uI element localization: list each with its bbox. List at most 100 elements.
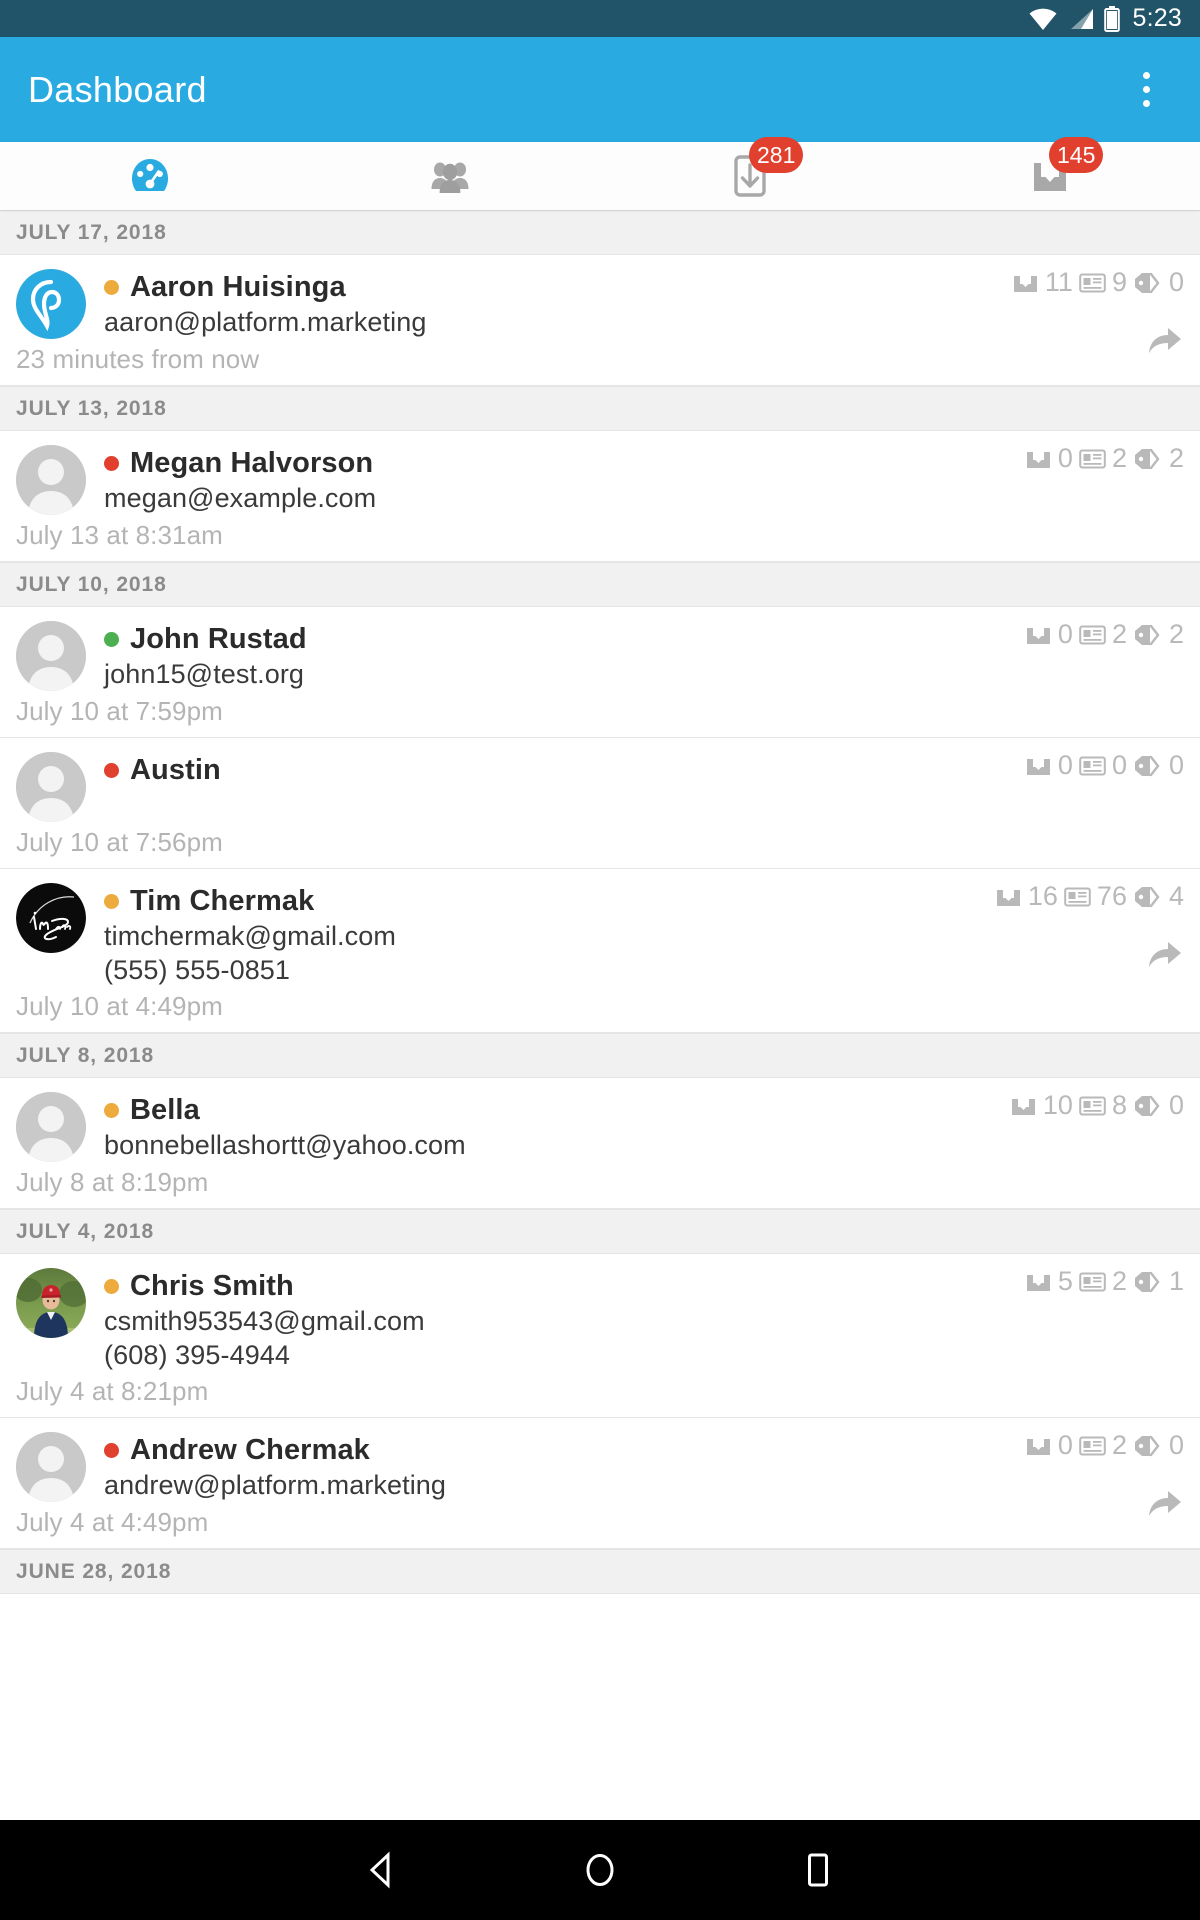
inbox-stat-value: 11: [1044, 267, 1073, 297]
tags-stat: 0: [1133, 267, 1184, 298]
recents-icon[interactable]: [794, 1846, 842, 1894]
notes-stat-icon: [1079, 1096, 1106, 1115]
contact-timestamp: July 10 at 7:59pm: [16, 696, 223, 726]
inbox-stat: 0: [1025, 619, 1073, 650]
notes-stat-value: 2: [1111, 1430, 1127, 1460]
tags-stat: 1: [1133, 1266, 1184, 1297]
notes-stat-value: 76: [1096, 881, 1127, 911]
contact-email[interactable]: john15@test.org: [104, 659, 1184, 690]
avatar[interactable]: [16, 883, 86, 953]
tags-stat: 0: [1133, 750, 1184, 781]
status-dot: [104, 763, 119, 778]
inbox-stat-icon: [1026, 1438, 1050, 1455]
contact-phone[interactable]: (608) 395-4944: [104, 1340, 1184, 1371]
contact-row[interactable]: Andrew Chermak andrew@platform.marketing J…: [0, 1418, 1200, 1549]
contact-list[interactable]: JULY 17, 2018 Aaron Huisinga aaron@platfor…: [0, 210, 1200, 1820]
contact-timestamp: July 8 at 8:19pm: [16, 1167, 209, 1197]
notes-stat-value: 9: [1111, 267, 1127, 297]
page-title: Dashboard: [28, 68, 207, 110]
reply-button[interactable]: [1146, 1488, 1184, 1522]
inbox-stat-value: 16: [1027, 881, 1058, 911]
contact-identity: Austin: [104, 752, 1184, 787]
inbox-stat-icon: [1011, 1098, 1035, 1115]
contact-timestamp: July 4 at 8:21pm: [16, 1376, 209, 1406]
status-bar-clock: 5:23: [1132, 4, 1182, 32]
notes-stat: 2: [1079, 443, 1127, 474]
contact-email[interactable]: csmith953543@gmail.com: [104, 1306, 1184, 1337]
avatar[interactable]: [16, 1268, 86, 1338]
notes-stat-value: 2: [1111, 1266, 1127, 1296]
tags-stat-icon: [1134, 272, 1160, 293]
tab-dashboard[interactable]: [0, 142, 300, 210]
notes-stat-value: 2: [1111, 443, 1127, 473]
tags-stat-icon: [1134, 1435, 1160, 1456]
contact-row[interactable]: Chris Smith csmith953543@gmail.com (608) 3…: [0, 1254, 1200, 1418]
tags-stat: 0: [1133, 1090, 1184, 1121]
avatar[interactable]: [16, 269, 86, 339]
contact-name: Austin: [130, 754, 221, 786]
avatar[interactable]: [16, 445, 86, 515]
reply-button[interactable]: [1146, 939, 1184, 973]
contact-email[interactable]: megan@example.com: [104, 483, 1184, 514]
contact-row[interactable]: Aaron Huisinga aaron@platform.marketing 23…: [0, 255, 1200, 386]
contact-identity: Chris Smith csmith953543@gmail.com (608) 3…: [104, 1268, 1184, 1371]
contact-email[interactable]: bonnebellashortt@yahoo.com: [104, 1130, 1184, 1161]
contact-name: Andrew Chermak: [130, 1434, 370, 1466]
inbox-stat-icon: [1026, 1274, 1050, 1291]
tags-stat-icon: [1134, 448, 1160, 469]
contact-name: Tim Chermak: [130, 885, 315, 917]
back-icon[interactable]: [358, 1846, 406, 1894]
contact-stats: 5 2 1: [1025, 1266, 1184, 1297]
contact-row[interactable]: Megan Halvorson megan@example.com July 13 …: [0, 431, 1200, 562]
notes-stat: 2: [1079, 1430, 1127, 1461]
inbox-stat: 0: [1025, 1430, 1073, 1461]
contact-row[interactable]: Tim Chermak timchermak@gmail.com (555) 555…: [0, 869, 1200, 1033]
contact-name: Bella: [130, 1094, 200, 1126]
tab-tasks[interactable]: 281: [600, 137, 900, 210]
contact-row[interactable]: John Rustad john15@test.org July 10 at 7:5…: [0, 607, 1200, 738]
notes-stat-value: 0: [1111, 750, 1127, 780]
avatar[interactable]: [16, 1432, 86, 1502]
tags-stat-value: 0: [1168, 267, 1184, 297]
contact-email[interactable]: aaron@platform.marketing: [104, 307, 1184, 338]
date-section-header: JULY 4, 2018: [0, 1209, 1200, 1254]
contact-email[interactable]: timchermak@gmail.com: [104, 921, 1184, 952]
battery-icon: [1103, 5, 1120, 32]
contact-phone[interactable]: (555) 555-0851: [104, 955, 1184, 986]
notes-stat-icon: [1079, 1272, 1106, 1291]
tab-contacts[interactable]: [300, 142, 600, 210]
avatar[interactable]: [16, 752, 86, 822]
tags-stat-value: 2: [1168, 443, 1184, 473]
tags-stat-value: 0: [1168, 1090, 1184, 1120]
notes-stat: 2: [1079, 619, 1127, 650]
tags-stat-value: 0: [1168, 750, 1184, 780]
contact-timestamp: July 10 at 4:49pm: [16, 991, 223, 1021]
cell-signal-icon: [1070, 8, 1093, 29]
date-section-header: JULY 17, 2018: [0, 210, 1200, 255]
inbox-stat: 0: [1025, 750, 1073, 781]
date-section-header: JULY 13, 2018: [0, 386, 1200, 431]
contact-stats: 10 8 0: [1010, 1090, 1184, 1121]
overflow-menu-icon[interactable]: [1120, 56, 1172, 124]
contact-name: Aaron Huisinga: [130, 271, 346, 303]
avatar[interactable]: [16, 1092, 86, 1162]
contact-email[interactable]: andrew@platform.marketing: [104, 1470, 1184, 1501]
home-icon[interactable]: [576, 1846, 624, 1894]
avatar[interactable]: [16, 621, 86, 691]
contact-stats: 0 2 0: [1025, 1430, 1184, 1461]
tab-inbox[interactable]: 145: [900, 137, 1200, 210]
contact-row[interactable]: Bella bonnebellashortt@yahoo.com July 8 at…: [0, 1078, 1200, 1209]
inbox-stat: 10: [1010, 1090, 1073, 1121]
tags-stat-icon: [1134, 1271, 1160, 1292]
tags-stat: 0: [1133, 1430, 1184, 1461]
inbox-stat-value: 0: [1057, 619, 1073, 649]
contact-row[interactable]: Austin July 10 at 7:56pm 0 0 0: [0, 738, 1200, 869]
inbox-stat-value: 0: [1057, 750, 1073, 780]
notes-stat: 8: [1079, 1090, 1127, 1121]
people-icon: [427, 153, 473, 199]
inbox-stat-icon: [1026, 758, 1050, 775]
reply-icon: [1149, 1491, 1181, 1516]
inbox-check-icon: 281: [727, 137, 804, 199]
contact-timestamp: July 10 at 7:56pm: [16, 827, 223, 857]
reply-button[interactable]: [1146, 325, 1184, 359]
